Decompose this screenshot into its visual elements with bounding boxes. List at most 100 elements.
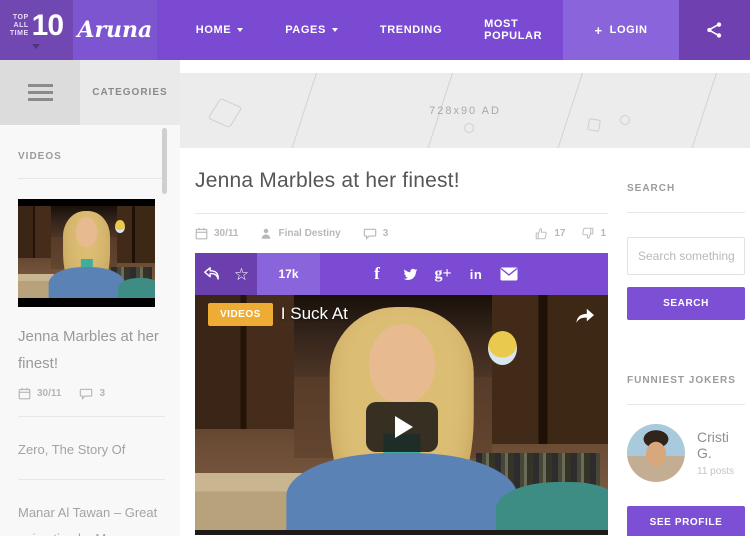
chevron-down-icon (331, 28, 338, 32)
page-title: Jenna Marbles at her finest! (195, 169, 460, 192)
sidebar-video-thumbnail[interactable] (18, 199, 155, 307)
top-navigation-bar: TOP ALL TIME 10 Aruna HOME PAGES TRENDIN… (0, 0, 750, 60)
share-button[interactable] (678, 0, 750, 60)
calendar-icon (18, 387, 31, 400)
video-share-button[interactable] (574, 307, 596, 325)
menu-toggle-button[interactable] (0, 60, 80, 125)
ad-line-shape (685, 73, 720, 148)
left-sidebar: CATEGORIES VIDEOS Jenna Marbles at her f… (0, 60, 180, 536)
scene-duck (488, 331, 518, 365)
ad-circle-shape (620, 115, 630, 125)
linkedin-icon[interactable]: in (465, 267, 487, 282)
email-icon[interactable] (498, 267, 520, 281)
scene-cabinets-right (116, 206, 155, 264)
user-icon (262, 228, 271, 239)
sidebar-date: 30/11 (18, 387, 61, 400)
scene-shirt (285, 453, 518, 535)
chevron-down-icon (237, 28, 244, 32)
thumbs-up-icon (536, 228, 548, 240)
plus-icon: + (594, 22, 603, 38)
divider (18, 416, 165, 417)
article-meta: 30/11 Final Destiny 3 17 1 (195, 227, 608, 240)
categories-button[interactable]: CATEGORIES (80, 60, 180, 125)
sidebar-comments[interactable]: 3 (79, 387, 105, 400)
comment-icon (80, 388, 93, 400)
forward-arrow-icon (576, 308, 594, 323)
play-button[interactable] (365, 402, 438, 452)
facebook-icon[interactable]: f (366, 264, 388, 284)
article-comments[interactable]: 3 (363, 227, 388, 240)
sidebar-video-title[interactable]: Manar Al Tawan – Great animation by Mana… (18, 500, 165, 536)
main-content: 728x90 AD Jenna Marbles at her finest! 3… (180, 60, 750, 536)
nav-item-most-popular[interactable]: MOST POPULAR (463, 0, 563, 60)
nav-item-trending[interactable]: TRENDING (359, 0, 463, 60)
video-category-badge[interactable]: VIDEOS (208, 302, 273, 326)
sidebar-video-title[interactable]: Zero, The Story Of (18, 437, 165, 463)
play-icon (394, 416, 413, 438)
scene-cloth (118, 277, 155, 298)
search-input[interactable] (627, 237, 745, 275)
like-button[interactable]: 17 (535, 227, 565, 240)
see-profile-button[interactable]: SEE PROFILE (627, 506, 745, 536)
reply-button[interactable] (195, 253, 226, 295)
share-bar: ☆ 17k f g+ in (195, 253, 608, 295)
funniest-jokers-heading: FUNNIEST JOKERS (627, 375, 736, 386)
video-still-image (18, 206, 155, 298)
favorite-button[interactable]: ☆ (226, 253, 257, 295)
logo-text: TOP ALL TIME (9, 14, 29, 37)
googleplus-icon[interactable]: g+ (432, 265, 454, 283)
article: Jenna Marbles at her finest! 30/11 Final… (195, 148, 608, 536)
reply-arrow-icon (203, 267, 219, 280)
divider (195, 213, 608, 214)
thumbs-down-icon (582, 227, 594, 239)
scene-duck (115, 219, 125, 233)
brand-logo[interactable]: Aruna (72, 0, 157, 60)
right-sidebar: SEARCH SEARCH FUNNIEST JOKERS Cristi G. … (627, 148, 745, 536)
ad-triangle-shape (587, 118, 601, 132)
share-count: 17k (257, 253, 320, 295)
sidebar-video-title[interactable]: Jenna Marbles at her finest! (18, 323, 165, 377)
ad-banner[interactable]: 728x90 AD (180, 73, 750, 148)
scene-shirt (48, 266, 125, 298)
scene-face (75, 217, 98, 248)
joker-post-count: 11 posts (697, 466, 735, 477)
login-button[interactable]: + LOGIN (563, 0, 679, 60)
twitter-icon[interactable] (399, 267, 421, 282)
divider (18, 178, 165, 179)
search-heading: SEARCH (627, 183, 676, 194)
ad-circle-shape (464, 123, 474, 133)
player-progress-bar[interactable] (195, 530, 608, 535)
dislike-button[interactable]: 1 (581, 227, 606, 240)
hamburger-icon (27, 84, 53, 87)
site-logo[interactable]: TOP ALL TIME 10 (0, 0, 73, 60)
main-nav: HOME PAGES TRENDING MOST POPULAR (156, 0, 564, 60)
page: TOP ALL TIME 10 Aruna HOME PAGES TRENDIN… (0, 0, 750, 536)
scene-cloth (496, 482, 608, 535)
article-author[interactable]: Final Destiny (260, 227, 341, 240)
divider (18, 479, 165, 480)
comment-icon (363, 228, 376, 240)
ad-triangle-shape (207, 97, 243, 129)
ad-placeholder-label: 728x90 AD (429, 104, 501, 117)
ad-line-shape (551, 73, 586, 148)
sidebar-scrollbar[interactable] (162, 128, 167, 194)
ad-line-shape (285, 73, 320, 148)
joker-profile: Cristi G. 11 posts (627, 424, 745, 482)
videos-heading: VIDEOS (18, 151, 62, 162)
nav-item-home[interactable]: HOME (175, 0, 264, 60)
avatar[interactable] (627, 424, 685, 482)
logo-number: 10 (31, 9, 64, 42)
video-title-overlay: I Suck At (280, 304, 348, 323)
nav-item-pages[interactable]: PAGES (264, 0, 359, 60)
video-player[interactable]: VIDEOS I Suck At (195, 295, 608, 535)
scene-cabinets-left (18, 206, 51, 258)
divider (627, 212, 745, 213)
article-date: 30/11 (195, 227, 238, 240)
share-icon (707, 22, 722, 38)
divider (627, 404, 745, 405)
search-button[interactable]: SEARCH (627, 287, 745, 320)
joker-name[interactable]: Cristi G. (697, 429, 745, 461)
chevron-down-icon (32, 44, 41, 49)
scene-face (368, 323, 435, 403)
star-icon: ☆ (233, 264, 250, 284)
